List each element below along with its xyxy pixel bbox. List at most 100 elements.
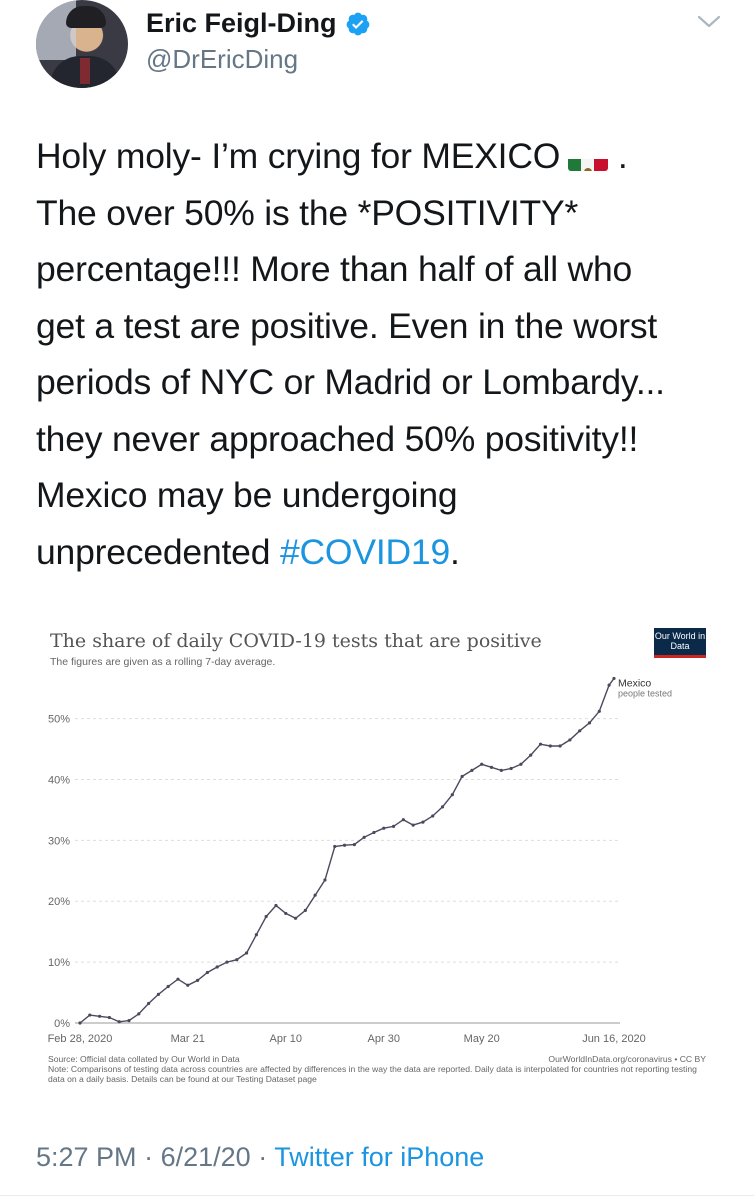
series-line-mexico (79, 677, 615, 1024)
data-point (333, 844, 337, 849)
data-point (166, 984, 170, 989)
data-point (303, 908, 307, 912)
meta-separator: · (144, 1142, 154, 1172)
data-point (156, 992, 160, 996)
data-point (538, 742, 543, 746)
chart-note: Note: Comparisons of testing data across… (48, 1064, 697, 1084)
data-point (284, 911, 288, 916)
data-point (411, 823, 415, 827)
tweet-text: Holy moly- I’m crying for MEXICO . The o… (36, 128, 736, 580)
data-point (264, 914, 268, 919)
data-point (470, 768, 474, 772)
data-point (186, 983, 190, 987)
mexico-flag-icon (568, 145, 609, 171)
data-point (205, 970, 209, 975)
data-point (235, 958, 239, 962)
tweet-source-link[interactable]: Twitter for iPhone (274, 1142, 484, 1172)
y-tick-label: 0% (54, 1018, 70, 1030)
y-tick-label: 30% (48, 835, 70, 847)
x-tick-label: Apr 10 (270, 1033, 302, 1045)
data-point (431, 814, 435, 818)
data-point (529, 753, 533, 757)
data-point (372, 830, 376, 835)
data-point (480, 762, 484, 766)
data-point (146, 1001, 151, 1006)
y-tick-label: 50% (48, 714, 70, 726)
data-point (362, 835, 366, 839)
y-tick-label: 40% (48, 774, 70, 786)
data-point (97, 1014, 102, 1018)
avatar-hair (66, 6, 106, 28)
data-point (587, 721, 592, 725)
data-point (215, 965, 219, 969)
tweet-text-line: The over 50% is the *POSITIVITY* (36, 192, 579, 233)
divider (0, 1195, 754, 1196)
tweet-time[interactable]: 5:27 PM (36, 1142, 137, 1172)
data-point (323, 878, 327, 882)
data-point (382, 826, 386, 830)
data-point (612, 676, 616, 681)
data-point (489, 765, 494, 769)
tweet-text-line: Holy moly- I’m crying for MEXICO . (36, 128, 736, 185)
data-point (127, 1018, 131, 1023)
y-tick-label: 10% (48, 957, 70, 969)
x-tick-label: Jun 16, 2020 (582, 1033, 646, 1045)
tweet-date[interactable]: 6/21/20 (161, 1142, 251, 1172)
data-point (548, 744, 552, 748)
data-point (88, 1013, 92, 1017)
data-point (391, 824, 396, 828)
data-point (225, 960, 229, 964)
tweet-text-line: they never approached 50% positivity!! (36, 418, 639, 459)
data-point (401, 818, 405, 822)
tweet: Eric Feigl-Ding @DrEricDing Holy moly- I… (0, 0, 754, 1200)
data-point (342, 843, 347, 847)
x-tick-label: Mar 21 (171, 1033, 205, 1045)
data-point (499, 768, 503, 772)
author-handle[interactable]: @DrEricDing (146, 44, 298, 75)
x-tick-label: Apr 30 (368, 1033, 400, 1045)
tweet-text-line: unprecedented #COVID19. (36, 531, 460, 572)
data-point (195, 978, 200, 982)
data-point (78, 1021, 82, 1025)
avatar[interactable] (36, 0, 128, 88)
data-point (519, 762, 523, 766)
hashtag-link[interactable]: #COVID19 (280, 532, 450, 572)
data-point (254, 933, 258, 937)
verified-badge-icon (346, 12, 369, 35)
data-point (244, 951, 249, 955)
data-point (176, 977, 180, 981)
tweet-text-line: get a test are positive. Even in the wor… (36, 305, 658, 346)
data-point (117, 1020, 121, 1024)
data-point (421, 820, 425, 824)
data-point (137, 1012, 141, 1016)
data-point (597, 709, 601, 713)
tweet-text-line: periods of NYC or Madrid or Lombardy... (36, 362, 665, 402)
y-tick-label: 20% (48, 896, 70, 908)
x-tick-label: May 20 (464, 1033, 500, 1045)
data-point (450, 793, 454, 797)
data-point (440, 805, 445, 809)
avatar-tie (80, 58, 90, 84)
avatar-background (36, 0, 76, 60)
data-point (107, 1015, 111, 1020)
author-name-row[interactable]: Eric Feigl-Ding (146, 8, 371, 39)
data-point (352, 843, 356, 847)
x-tick-label: Feb 28, 2020 (48, 1033, 113, 1045)
author-display-name[interactable]: Eric Feigl-Ding (146, 8, 337, 39)
data-point (293, 916, 298, 920)
series-sublabel: people tested (618, 688, 672, 698)
data-point (460, 774, 464, 779)
tweet-meta: 5:27 PM · 6/21/20 · Twitter for iPhone (36, 1142, 484, 1173)
chevron-down-icon[interactable] (696, 12, 722, 32)
meta-separator: · (258, 1142, 268, 1172)
tweet-text-line: percentage!!! More than half of all who (36, 249, 633, 289)
tweet-text-line: Mexico may be undergoing (36, 475, 458, 515)
data-point (578, 729, 582, 733)
data-point (509, 766, 513, 771)
chart-url[interactable]: OurWorldInData.org/coronavirus • CC BY (548, 1054, 706, 1064)
data-point (607, 683, 611, 687)
data-point (568, 738, 572, 742)
data-point (558, 744, 562, 748)
chart-image[interactable]: The share of daily COVID-19 tests that a… (20, 618, 734, 1110)
data-point (274, 903, 278, 908)
